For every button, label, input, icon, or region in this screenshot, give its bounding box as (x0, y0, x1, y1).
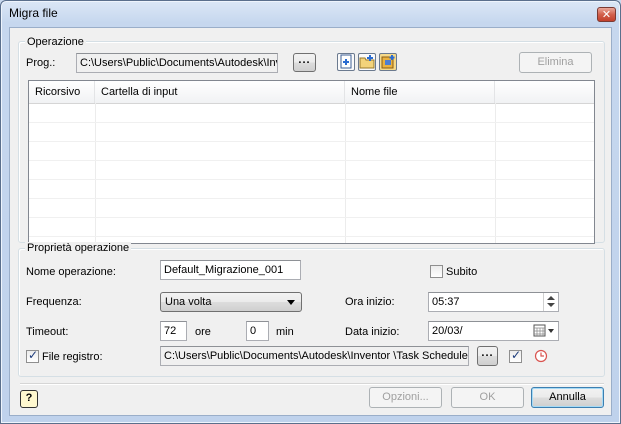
file-registro-path-field[interactable]: C:\Users\Public\Documents\Autodesk\Inven… (160, 346, 469, 366)
prog-browse-button[interactable]: ... (293, 53, 316, 72)
column-divider (345, 103, 346, 243)
row-divider (29, 141, 594, 142)
row-divider (29, 198, 594, 199)
add-file-icon (340, 54, 352, 69)
ora-inizio-label: Ora inizio: (345, 296, 395, 308)
add-folder-button[interactable] (358, 53, 376, 71)
operazione-legend: Operazione (25, 36, 86, 48)
add-project-button[interactable] (379, 53, 397, 71)
add-project-icon (381, 55, 395, 69)
frequenza-label: Frequenza: (26, 296, 82, 308)
opzioni-button[interactable]: Opzioni... (369, 387, 442, 408)
spin-down-icon[interactable] (547, 303, 555, 307)
min-label: min (276, 326, 294, 338)
ora-spinner[interactable] (543, 293, 558, 311)
column-extra[interactable] (495, 81, 594, 103)
data-inizio-value: 20/03/ (432, 325, 463, 337)
row-divider (29, 122, 594, 123)
nome-operazione-label: Nome operazione: (26, 266, 116, 278)
spin-up-icon[interactable] (547, 296, 555, 300)
row-divider (29, 236, 594, 237)
column-divider (95, 103, 96, 243)
footer-separator (20, 383, 604, 385)
row-divider (29, 217, 594, 218)
ora-inizio-value: 05:37 (432, 296, 460, 308)
column-ricorsivo[interactable]: Ricorsivo (29, 81, 95, 103)
window-title: Migra file (9, 6, 58, 20)
title-bar[interactable]: Migra file ✕ (1, 1, 620, 25)
ok-button[interactable]: OK (451, 387, 524, 408)
timeout-label: Timeout: (26, 326, 69, 338)
prog-label: Prog.: (26, 57, 56, 69)
row-divider (29, 160, 594, 161)
file-registro-label[interactable]: File registro: (42, 350, 103, 364)
timeout-hours-input[interactable]: 72 (160, 321, 187, 341)
close-button[interactable]: ✕ (597, 7, 616, 22)
elimina-button[interactable]: Elimina (519, 52, 592, 73)
frequenza-dropdown[interactable]: Una volta (160, 292, 302, 312)
timeout-minutes-input[interactable]: 0 (246, 321, 269, 341)
dialog-body: Operazione Prog.: C:\Users\Public\Docume… (9, 27, 612, 416)
column-divider (495, 103, 496, 243)
calendar-icon[interactable] (533, 324, 557, 338)
operations-table[interactable]: Ricorsivo Cartella di input Nome file (28, 80, 595, 244)
frequenza-value: Una volta (165, 296, 212, 308)
data-inizio-input[interactable]: 20/03/ (428, 321, 559, 341)
subito-checkbox[interactable] (430, 265, 443, 278)
prog-path-field[interactable]: C:\Users\Public\Documents\Autodesk\Inven… (76, 53, 278, 73)
chevron-down-icon (287, 300, 295, 305)
table-header: Ricorsivo Cartella di input Nome file (29, 81, 594, 104)
ora-inizio-input[interactable]: 05:37 (428, 292, 559, 312)
annulla-button[interactable]: Annulla (531, 387, 604, 408)
row-divider (29, 179, 594, 180)
registro-option-checkbox[interactable]: ✓ (509, 348, 522, 363)
clock-icon (534, 349, 548, 363)
nome-operazione-input[interactable]: Default_Migrazione_001 (160, 260, 301, 280)
ore-label: ore (195, 326, 211, 338)
proprieta-legend: Proprietà operazione (25, 242, 132, 254)
column-nome-file[interactable]: Nome file (345, 81, 495, 103)
column-cartella-input[interactable]: Cartella di input (95, 81, 345, 103)
close-icon: ✕ (601, 9, 612, 21)
registro-browse-button[interactable]: ... (477, 346, 498, 366)
add-folder-icon (359, 55, 375, 69)
help-icon: ? (25, 392, 33, 404)
file-registro-checkbox[interactable]: ✓ (26, 348, 39, 363)
add-file-button[interactable] (337, 53, 355, 71)
help-button[interactable]: ? (20, 390, 38, 408)
subito-label[interactable]: Subito (446, 265, 477, 279)
data-inizio-label: Data inizio: (345, 326, 400, 338)
dialog-window: Migra file ✕ Operazione Prog.: C:\Users\… (0, 0, 621, 424)
